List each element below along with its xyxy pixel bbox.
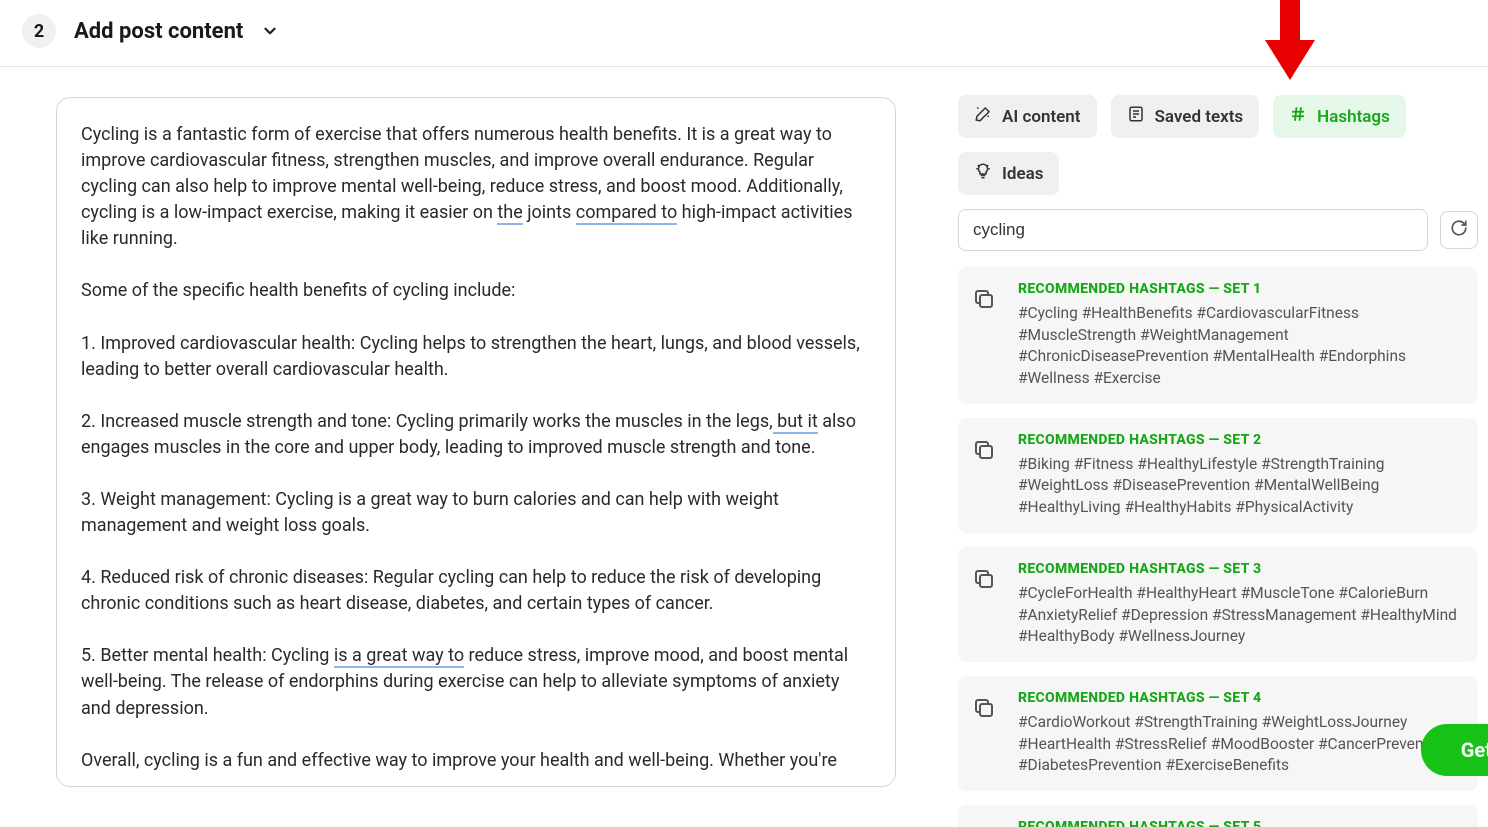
document-icon xyxy=(1127,105,1145,128)
search-row xyxy=(958,209,1478,251)
editor-column: Cycling is a fantastic form of exercise … xyxy=(0,67,930,794)
hashtag-set-title: RECOMMENDED HASHTAGS — SET 5 xyxy=(1018,819,1430,827)
hashtag-set-tags: #CardioWorkout #StrengthTraining #Weight… xyxy=(1018,712,1460,777)
magic-wand-icon xyxy=(974,105,992,128)
editor-paragraph: Overall, cycling is a fun and effective … xyxy=(81,748,871,774)
hashtag-set-card: RECOMMENDED HASHTAGS — SET 2 #Biking #Fi… xyxy=(958,418,1478,533)
tool-label: Saved texts xyxy=(1155,107,1244,127)
editor-paragraph: 2. Increased muscle strength and tone: C… xyxy=(81,409,871,461)
hashtag-set-body: RECOMMENDED HASHTAGS — SET 3 #CycleForHe… xyxy=(1018,561,1460,648)
editor-paragraph: 3. Weight management: Cycling is a great… xyxy=(81,487,871,539)
hashtag-set-tags: #Cycling #HealthBenefits #Cardiovascular… xyxy=(1018,303,1460,390)
hashtag-set-card: RECOMMENDED HASHTAGS — SET 4 #CardioWork… xyxy=(958,676,1478,791)
lightbulb-icon xyxy=(974,162,992,185)
editor-paragraph: Cycling is a fantastic form of exercise … xyxy=(81,122,871,252)
copy-button[interactable] xyxy=(972,287,998,390)
main-content: Cycling is a fantastic form of exercise … xyxy=(0,67,1488,794)
copy-button[interactable] xyxy=(972,438,998,519)
hashtag-sets: RECOMMENDED HASHTAGS — SET 1 #Cycling #H… xyxy=(958,267,1478,827)
refresh-button[interactable] xyxy=(1440,211,1478,249)
hashtag-set-card: RECOMMENDED HASHTAGS — SET 3 #CycleForHe… xyxy=(958,547,1478,662)
hashtags-button[interactable]: Hashtags xyxy=(1273,95,1406,138)
tool-label: Ideas xyxy=(1002,164,1043,184)
tool-label: Hashtags xyxy=(1317,107,1390,127)
editor-paragraph: 1. Improved cardiovascular health: Cycli… xyxy=(81,331,871,383)
hashtag-set-title: RECOMMENDED HASHTAGS — SET 2 xyxy=(1018,432,1460,448)
hashtag-set-card: RECOMMENDED HASHTAGS — SET 1 #Cycling #H… xyxy=(958,267,1478,404)
copy-button[interactable] xyxy=(972,696,998,777)
editor-paragraph: 4. Reduced risk of chronic diseases: Reg… xyxy=(81,565,871,617)
editor-paragraph: 5. Better mental health: Cycling is a gr… xyxy=(81,643,871,721)
tool-label: AI content xyxy=(1002,107,1081,127)
chevron-down-icon[interactable] xyxy=(261,22,279,40)
annotation-arrow xyxy=(1260,0,1320,85)
hashtag-set-body: RECOMMENDED HASHTAGS — SET 5 #CyclingCom… xyxy=(1018,819,1430,827)
hashtag-set-title: RECOMMENDED HASHTAGS — SET 1 xyxy=(1018,281,1460,297)
hashtag-set-tags: #Biking #Fitness #HealthyLifestyle #Stre… xyxy=(1018,454,1460,519)
ideas-button[interactable]: Ideas xyxy=(958,152,1059,195)
saved-texts-button[interactable]: Saved texts xyxy=(1111,95,1260,138)
step-number-badge: 2 xyxy=(22,14,56,48)
tools-column: AI content Saved texts Hashtags Ideas xyxy=(930,67,1488,794)
hashtag-set-tags: #CycleForHealth #HealthyHeart #MuscleTon… xyxy=(1018,583,1460,648)
ai-content-button[interactable]: AI content xyxy=(958,95,1097,138)
hashtag-search-input[interactable] xyxy=(958,209,1428,251)
editor-paragraph: Some of the specific health benefits of … xyxy=(81,278,871,304)
hashtag-set-body: RECOMMENDED HASHTAGS — SET 1 #Cycling #H… xyxy=(1018,281,1460,390)
hashtag-set-title: RECOMMENDED HASHTAGS — SET 4 xyxy=(1018,690,1460,706)
post-content-editor[interactable]: Cycling is a fantastic form of exercise … xyxy=(56,97,896,787)
step-title: Add post content xyxy=(74,19,243,44)
get-button[interactable]: Get xyxy=(1421,724,1488,776)
hashtag-icon xyxy=(1289,105,1307,128)
tool-row: AI content Saved texts Hashtags Ideas xyxy=(958,95,1478,195)
refresh-icon xyxy=(1450,219,1468,241)
get-button-label: Get xyxy=(1461,738,1488,762)
copy-button[interactable] xyxy=(972,567,998,648)
hashtag-set-card: RECOMMENDED HASHTAGS — SET 5 #CyclingCom… xyxy=(958,805,1478,827)
hashtag-set-title: RECOMMENDED HASHTAGS — SET 3 xyxy=(1018,561,1460,577)
step-number: 2 xyxy=(34,21,44,42)
hashtag-set-body: RECOMMENDED HASHTAGS — SET 2 #Biking #Fi… xyxy=(1018,432,1460,519)
hashtag-set-body: RECOMMENDED HASHTAGS — SET 4 #CardioWork… xyxy=(1018,690,1460,777)
